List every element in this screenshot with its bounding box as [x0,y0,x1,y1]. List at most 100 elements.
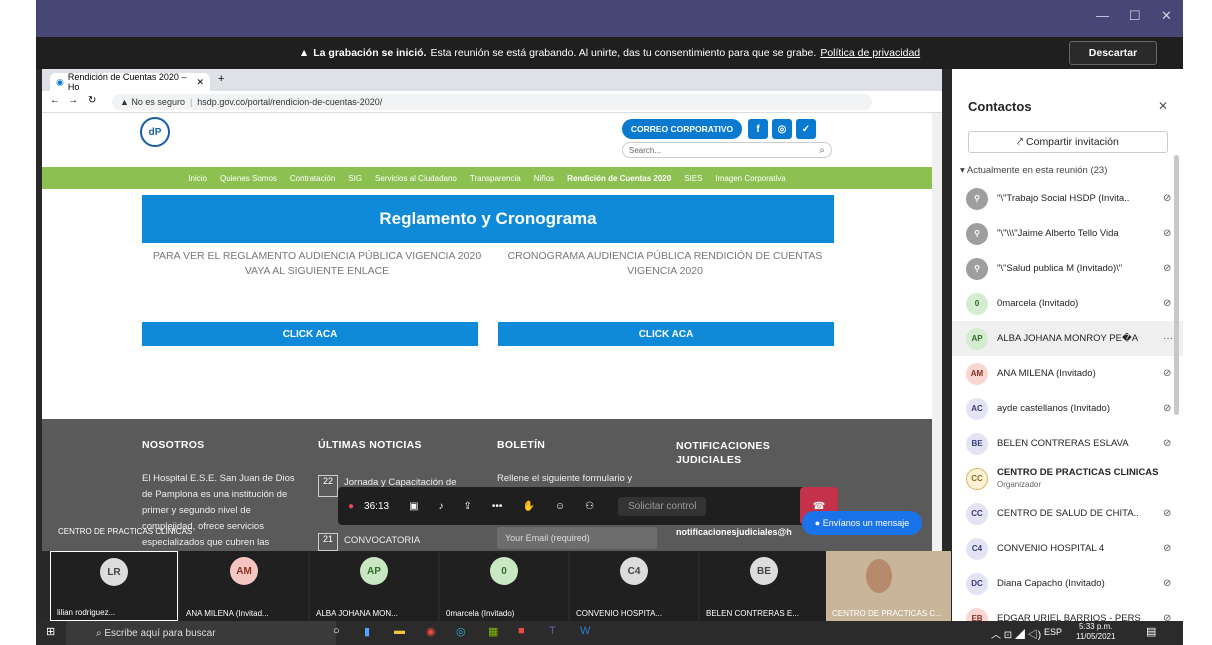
search-icon: ⌕ [96,627,105,639]
task-view-icon[interactable]: ○ [333,625,340,637]
message-label: Envíanos un mensaje [822,518,910,528]
nav-item-active[interactable]: Rendición de Cuentas 2020 [567,174,671,183]
widgets-icon[interactable]: ▮ [364,625,370,638]
send-message-button[interactable]: ● Envíanos un mensaje [802,511,922,535]
nav-item[interactable]: Transparencia [470,174,521,183]
call-controls: ● 36:13 ▣ ♪ ⇪ ••• ✋ ☺ ⚇ Solicitar contro… [338,487,838,525]
back-icon[interactable]: ← [50,95,60,106]
web-page: dP CORREO CORPORATIVO f ◎ ✓ Search... ⌕ … [42,113,942,551]
participant-row[interactable]: ⚲ "\"Trabajo Social HSDP (Invita.. ⊘ [952,181,1183,216]
nav-item[interactable]: Inicio [188,174,207,183]
participant-tile[interactable]: AM ANA MILENA (Invitad... [180,551,308,621]
teams-icon[interactable]: T [549,625,556,637]
app-icon[interactable]: ■ [518,625,525,637]
contacts-panel: Contactos ✕ ⤤ Compartir invitación ▾ Act… [952,69,1183,630]
participant-row[interactable]: CC CENTRO DE SALUD DE CHITA.. ⊘ [952,496,1183,531]
more-icon[interactable]: ••• [492,501,503,512]
forward-icon[interactable]: → [68,95,78,106]
instagram-icon[interactable]: ◎ [772,119,792,139]
participant-tile[interactable]: C4 CONVENIO HOSPITA... [570,551,698,621]
participants-icon[interactable]: ⚇ [585,501,594,512]
mic-off-icon: ⊘ [1163,543,1172,554]
store-icon[interactable]: ▦ [488,625,498,638]
more-icon[interactable]: ··· [1163,333,1183,344]
participant-tile[interactable]: AP ALBA JOHANA MON... [310,551,438,621]
nav-item[interactable]: Servicios al Ciudadano [375,174,457,183]
notifications-icon[interactable]: ▤ [1146,625,1156,638]
participant-row[interactable]: AP ALBA JOHANA MONROY PE�A ··· [952,321,1183,356]
minimize-icon[interactable]: — [1096,8,1109,23]
close-icon[interactable]: ✕ [1161,8,1172,24]
participant-row[interactable]: BE BELEN CONTRERAS ESLAVA ⊘ [952,426,1183,461]
participant-row[interactable]: DC Diana Capacho (Invitado) ⊘ [952,566,1183,601]
share-invite-button[interactable]: ⤤ Compartir invitación [968,131,1168,153]
search-icon[interactable]: ⌕ [819,145,825,156]
close-tab-icon[interactable]: ✕ [196,77,204,88]
taskbar-search-text: Escribe aquí para buscar [104,627,216,639]
tile-name: CONVENIO HOSPITA... [576,609,663,618]
site-search-input[interactable]: Search... ⌕ [622,142,832,158]
nav-item[interactable]: SIG [348,174,362,183]
footer-boletin: BOLETÍN [497,439,546,451]
participant-row[interactable]: 0 0marcela (Invitado) ⊘ [952,286,1183,321]
twitter-icon[interactable]: ✓ [796,119,816,139]
request-control-button[interactable]: Solicitar control [618,496,707,516]
mic-off-icon: ⊘ [1163,298,1172,309]
url-field[interactable]: ▲ No es seguro | hsdp.gov.co/portal/rend… [112,94,872,110]
participant-row[interactable]: CC CENTRO DE PRACTICAS CLINICAS Organizado… [952,461,1183,496]
participant-row[interactable]: ⚲ "\"Salud publica M (Invitado)\" ⊘ [952,251,1183,286]
mic-off-icon: ⊘ [1163,193,1172,204]
panel-scrollbar[interactable] [1174,155,1179,415]
nav-item[interactable]: SIES [684,174,702,183]
dismiss-button[interactable]: Descartar [1069,41,1157,65]
hospital-logo[interactable]: dP [140,117,170,147]
click-right-button[interactable]: CLICK ACA [498,322,834,346]
page-scrollbar[interactable] [932,113,942,551]
raise-hand-icon[interactable]: ✋ [522,501,534,512]
nav-item[interactable]: Quienes Somos [220,174,277,183]
facebook-icon[interactable]: f [748,119,768,139]
edge-icon[interactable]: ◎ [456,625,466,638]
close-panel-icon[interactable]: ✕ [1158,99,1168,113]
participant-row[interactable]: C4 CONVENIO HOSPITAL 4 ⊘ [952,531,1183,566]
email-input[interactable]: Your Email (required) [497,527,657,549]
language-indicator[interactable]: ESP [1044,627,1062,637]
participant-name: BELEN CONTRERAS ESLAVA [997,438,1129,449]
camera-off-icon[interactable]: ▣ [409,501,418,512]
in-meeting-header[interactable]: ▾ Actualmente en esta reunión (23) [960,165,1107,176]
corporate-mail-button[interactable]: CORREO CORPORATIVO [622,119,742,139]
participant-row[interactable]: ⚲ "\"\\\"Jaime Alberto Tello Vida ⊘ [952,216,1183,251]
windows-start-icon[interactable]: ⊞ [46,625,55,638]
participant-tile[interactable]: 0 0marcela (Invitado) [440,551,568,621]
participant-name: "\"Trabajo Social HSDP (Invita.. [997,193,1130,204]
taskbar-search[interactable]: ⌕ Escribe aquí para buscar [66,621,336,645]
click-left-button[interactable]: CLICK ACA [142,322,478,346]
new-tab-icon[interactable]: + [218,73,224,85]
participant-name: ANA MILENA (Invitado) [997,368,1096,379]
chrome-icon[interactable]: ◉ [426,625,436,638]
participant-row[interactable]: AC ayde castellanos (Invitado) ⊘ [952,391,1183,426]
maximize-icon[interactable]: ☐ [1129,8,1141,24]
word-icon[interactable]: W [580,625,590,637]
nav-item[interactable]: Niños [534,174,554,183]
self-video[interactable]: CENTRO DE PRACTICAS C... [826,551,951,621]
privacy-link[interactable]: Política de privacidad [820,47,920,59]
participant-tile[interactable]: LR lilian rodriguez... [50,551,178,621]
nav-item[interactable]: Imagen Corporativa [715,174,785,183]
notif-email[interactable]: notificacionesjudiciales@h [676,527,792,537]
folder-icon[interactable]: ▬ [394,625,405,637]
nav-item[interactable]: Contratación [290,174,335,183]
news-item[interactable]: CONVOCATORIA [344,533,420,549]
avatar: AP [360,557,388,585]
participant-row[interactable]: AM ANA MILENA (Invitado) ⊘ [952,356,1183,391]
reload-icon[interactable]: ↻ [88,95,96,106]
browser-tab[interactable]: ◉ Rendición de Cuentas 2020 – Ho ✕ [50,72,210,92]
system-tray-icons[interactable]: ︿ ⊡ ◢ ◁) [991,626,1041,641]
clock[interactable]: 5:33 p.m. 11/05/2021 [1076,622,1115,642]
url-text: hsdp.gov.co/portal/rendicion-de-cuentas-… [197,97,383,107]
participant-tile[interactable]: BE BELEN CONTRERAS E... [700,551,828,621]
mic-off-icon[interactable]: ♪ [439,501,444,512]
chat-icon[interactable]: ☺ [555,501,565,512]
share-screen-icon[interactable]: ⇪ [464,501,472,512]
mic-off-icon: ⊘ [1163,368,1172,379]
